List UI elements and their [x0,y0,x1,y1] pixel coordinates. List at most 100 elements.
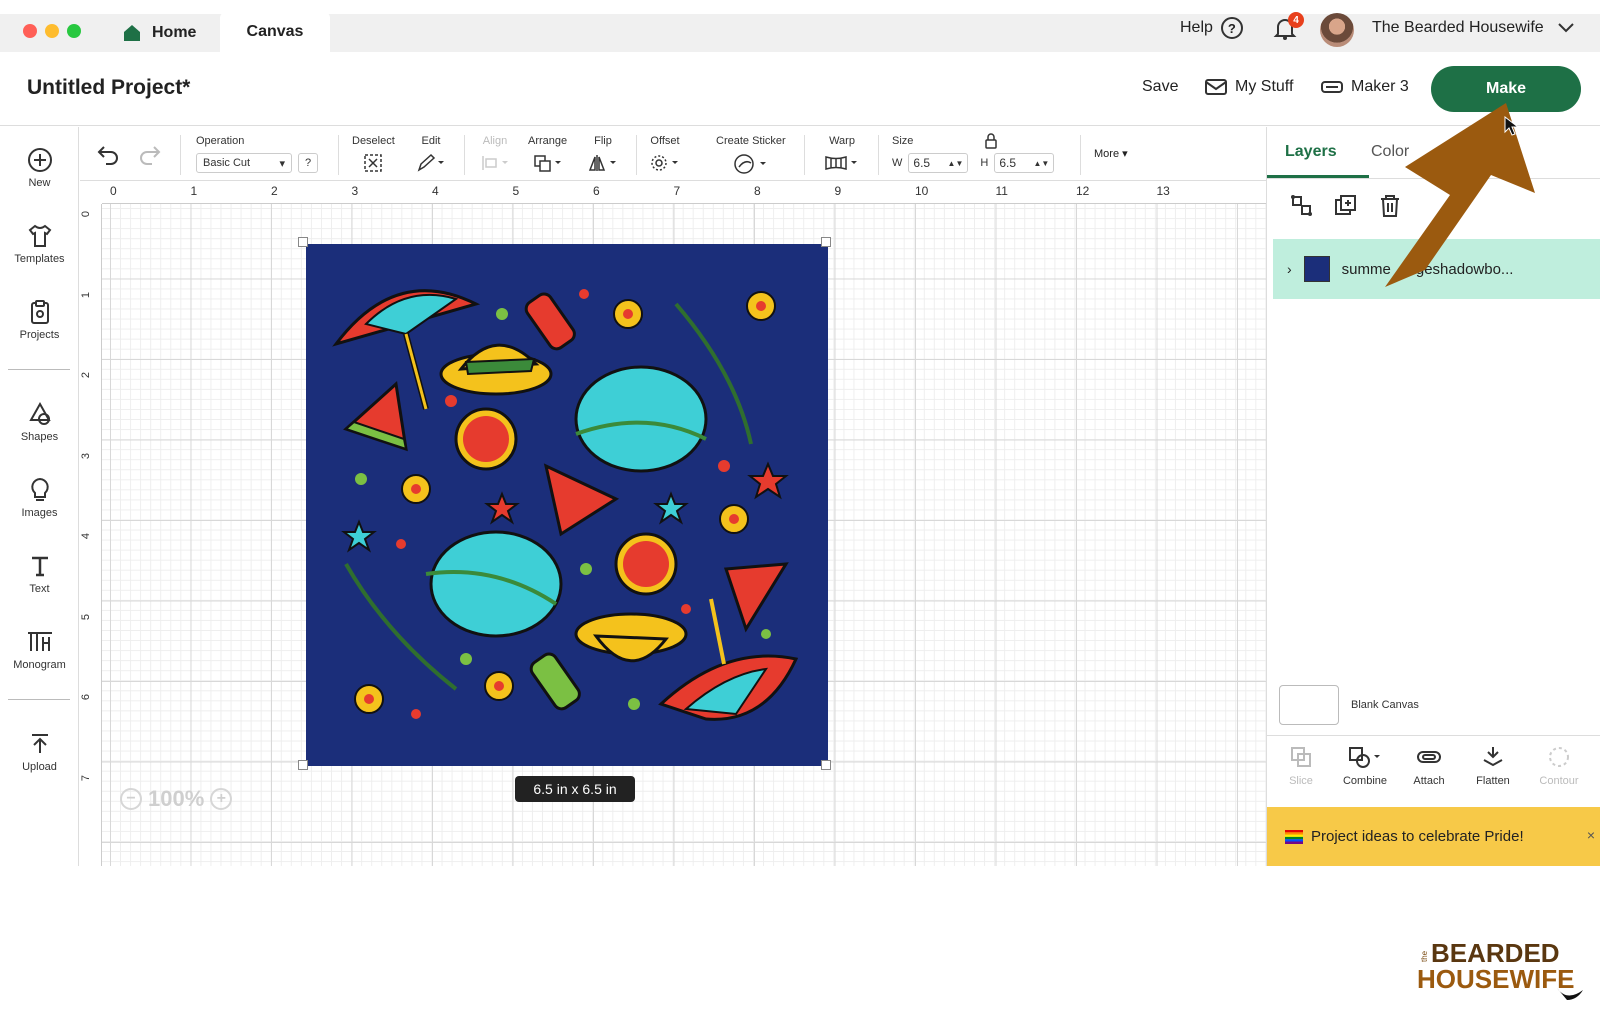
pride-flag-icon [1285,829,1303,844]
flatten-button[interactable]: Flatten [1463,745,1523,787]
ruler-tick-label: 3 [80,452,93,459]
my-stuff-label: My Stuff [1235,78,1294,95]
upload-icon [31,734,48,753]
machine-button[interactable]: Maker 3 [1321,78,1409,96]
app-window: Home Canvas Help ? 4 The Bearded Housewi… [0,0,1600,866]
blank-canvas-label: Blank Canvas [1351,699,1419,711]
operation-help-button[interactable]: ? [298,153,318,173]
resize-handle-bottom-right[interactable] [821,760,831,770]
slice-label: Slice [1289,775,1313,787]
project-title[interactable]: Untitled Project* [27,76,190,100]
more-button[interactable]: More ▾ [1094,147,1128,161]
zoom-out-button[interactable]: − [120,788,142,810]
zoom-in-button[interactable]: + [210,788,233,810]
undo-icon[interactable] [96,143,120,165]
attach-button[interactable]: Attach [1399,745,1459,787]
align-button[interactable]: Align [480,135,510,173]
slice-button[interactable]: Slice [1271,745,1331,787]
tab-canvas[interactable]: Canvas [220,12,330,52]
plus-circle-icon [27,148,52,172]
monogram-icon [27,632,52,651]
align-icon [482,156,508,170]
sidebar-divider [8,699,70,700]
toolbar-divider [464,135,465,175]
svg-text:HOUSEWIFE: HOUSEWIFE [1417,964,1574,994]
operation-select[interactable]: Basic Cut ▾ [196,153,292,173]
sidebar-label-projects: Projects [19,329,60,341]
height-value: 6.5 [999,156,1017,170]
sidebar-item-projects[interactable]: Projects [0,299,79,341]
annotation-arrow [1385,103,1535,287]
slice-icon [1291,747,1311,767]
contour-button[interactable]: Contour [1529,745,1589,787]
group-icon[interactable] [1289,193,1315,219]
lightbulb-icon [30,477,49,501]
size-group: Size W 6.5 ▲▼ H 6.5 ▲▼ [892,135,1055,173]
ruler-tick-label: 6 [593,184,600,198]
mouse-cursor-icon [1504,116,1520,136]
chevron-right-icon[interactable]: › [1287,261,1292,277]
clipboard-icon [30,300,49,324]
deselect-button[interactable]: Deselect [352,135,395,173]
close-banner-button[interactable]: × [1587,827,1595,843]
tab-home-label: Home [152,24,197,41]
sidebar-label-monogram: Monogram [13,659,66,671]
ruler-tick-label: 1 [80,291,93,298]
operation-group: Operation Basic Cut ▾ ? [196,135,318,173]
bearded-housewife-logo: the BEARDED HOUSEWIFE [1417,932,1587,1002]
banner-text: Project ideas to celebrate Pride! [1311,828,1524,845]
height-input[interactable]: 6.5 ▲▼ [994,153,1055,173]
warp-label: Warp [829,135,855,147]
horizontal-ruler: 0 1 2 3 4 5 6 7 8 9 10 11 12 13 [102,182,1266,204]
ruler-tick-label: 10 [915,184,929,198]
arrange-button[interactable]: Arrange [528,135,567,173]
edit-label: Edit [421,135,441,147]
edit-button[interactable]: Edit [416,135,446,173]
my-stuff-button[interactable]: My Stuff [1205,78,1293,96]
flatten-icon [1483,747,1503,767]
offset-button[interactable]: Offset [650,135,680,173]
save-button[interactable]: Save [1142,78,1178,96]
tab-home[interactable]: Home [110,14,220,52]
flip-button[interactable]: Flip [588,135,618,173]
redo-icon[interactable] [138,143,162,165]
ruler-tick-label: 0 [80,210,93,218]
sidebar-label-upload: Upload [22,761,57,773]
toolbar-divider [804,135,805,175]
width-input[interactable]: 6.5 ▲▼ [908,153,969,173]
sidebar-item-shapes[interactable]: Shapes [0,401,79,443]
ruler-tick-label: 12 [1076,184,1090,198]
notification-badge: 4 [1288,12,1304,28]
help-button[interactable]: Help ? [1180,17,1243,39]
sidebar-item-text[interactable]: Text [0,553,79,595]
resize-handle-bottom-left[interactable] [298,760,308,770]
tab-layers[interactable]: Layers [1285,143,1337,161]
username-label: The Bearded Housewife [1372,19,1544,36]
sticker-icon [734,154,766,174]
sidebar-item-templates[interactable]: Templates [0,223,79,265]
resize-handle-top-left[interactable] [298,237,308,247]
operation-value: Basic Cut [203,157,251,169]
sidebar-item-images[interactable]: Images [0,477,79,519]
more-label: More [1094,147,1120,160]
resize-handle-top-right[interactable] [821,237,831,247]
shapes-icon [28,401,51,425]
tab-canvas-label: Canvas [246,23,304,40]
sidebar-item-monogram[interactable]: Monogram [0,629,79,671]
toolbar-divider [878,135,879,175]
account-menu[interactable]: The Bearded Housewife [1372,19,1574,37]
sidebar-item-new[interactable]: New [0,147,79,189]
avatar[interactable] [1320,13,1354,47]
create-sticker-button[interactable]: Create Sticker [716,135,786,175]
machine-icon [1321,81,1343,93]
warp-button[interactable]: Warp [824,135,860,173]
lock-icon[interactable] [984,133,998,149]
sidebar-item-upload[interactable]: Upload [0,731,79,773]
shirt-icon [28,224,51,247]
zoom-control: − 100% + [120,786,233,812]
combine-button[interactable]: Combine [1335,745,1395,787]
blank-canvas-row[interactable]: Blank Canvas [1279,685,1419,725]
promo-banner[interactable]: Project ideas to celebrate Pride! × [1267,807,1600,866]
tools-divider [1267,735,1600,736]
design-image[interactable] [306,244,828,766]
